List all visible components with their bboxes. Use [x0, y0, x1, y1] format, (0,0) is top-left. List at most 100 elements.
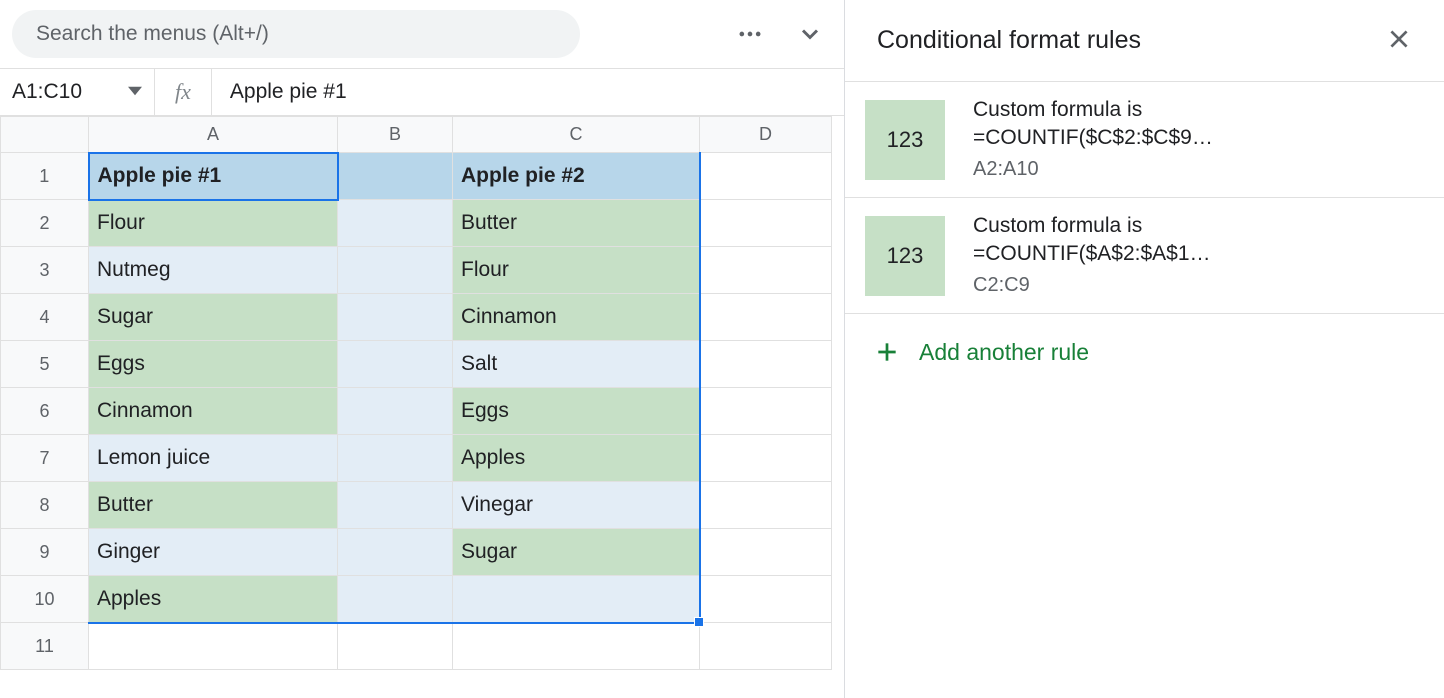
cell-B8[interactable]	[338, 482, 453, 529]
cell-B10[interactable]	[338, 576, 453, 623]
row-header[interactable]: 7	[1, 435, 89, 482]
cell-A3[interactable]: Nutmeg	[89, 247, 338, 294]
cell-A10[interactable]: Apples	[89, 576, 338, 623]
spreadsheet-main: A1:C10 fx A B C D 1 Apple pie #1	[0, 0, 844, 698]
row-header[interactable]: 6	[1, 388, 89, 435]
cell-C6[interactable]: Eggs	[453, 388, 700, 435]
cell-C9[interactable]: Sugar	[453, 529, 700, 576]
cell-D1[interactable]	[700, 153, 832, 200]
row-header[interactable]: 10	[1, 576, 89, 623]
add-rule-button[interactable]: Add another rule	[845, 314, 1444, 390]
row-7: 7 Lemon juice Apples	[1, 435, 832, 482]
panel-title: Conditional format rules	[877, 26, 1141, 55]
rule-title: Custom formula is	[973, 98, 1213, 122]
triangle-down-icon[interactable]	[128, 80, 142, 104]
cell-C3[interactable]: Flour	[453, 247, 700, 294]
row-11: 11	[1, 623, 832, 670]
cell-D9[interactable]	[700, 529, 832, 576]
cell-A5[interactable]: Eggs	[89, 341, 338, 388]
close-icon[interactable]	[1378, 18, 1420, 63]
chevron-down-icon[interactable]	[788, 12, 832, 56]
rule-swatch: 123	[865, 216, 945, 296]
rule-range: A2:A10	[973, 158, 1213, 181]
cell-C2[interactable]: Butter	[453, 200, 700, 247]
col-header-A[interactable]: A	[89, 117, 338, 153]
cell-C11[interactable]	[453, 623, 700, 670]
name-formula-bar: A1:C10 fx	[0, 68, 844, 116]
format-rule-item[interactable]: 123 Custom formula is =COUNTIF($A$2:$A$1…	[845, 198, 1444, 314]
row-header[interactable]: 4	[1, 294, 89, 341]
cell-D2[interactable]	[700, 200, 832, 247]
rule-swatch: 123	[865, 100, 945, 180]
row-6: 6 Cinnamon Eggs	[1, 388, 832, 435]
cell-D10[interactable]	[700, 576, 832, 623]
row-header[interactable]: 11	[1, 623, 89, 670]
top-toolbar	[0, 0, 844, 68]
row-8: 8 Butter Vinegar	[1, 482, 832, 529]
row-header[interactable]: 1	[1, 153, 89, 200]
more-icon[interactable]	[728, 12, 772, 56]
selection-handle[interactable]	[694, 617, 704, 627]
conditional-format-panel: Conditional format rules 123 Custom form…	[844, 0, 1444, 698]
spreadsheet-grid: A B C D 1 Apple pie #1 Apple pie #2 2 Fl…	[0, 116, 832, 670]
cell-A11[interactable]	[89, 623, 338, 670]
search-input[interactable]	[12, 10, 580, 58]
cell-B9[interactable]	[338, 529, 453, 576]
row-header[interactable]: 5	[1, 341, 89, 388]
cell-C7[interactable]: Apples	[453, 435, 700, 482]
row-5: 5 Eggs Salt	[1, 341, 832, 388]
plus-icon	[873, 338, 901, 366]
cell-B6[interactable]	[338, 388, 453, 435]
rules-list: 123 Custom formula is =COUNTIF($C$2:$C$9…	[845, 82, 1444, 698]
cell-A1[interactable]: Apple pie #1	[89, 153, 338, 200]
cell-D4[interactable]	[700, 294, 832, 341]
format-rule-item[interactable]: 123 Custom formula is =COUNTIF($C$2:$C$9…	[845, 82, 1444, 198]
rule-range: C2:C9	[973, 274, 1211, 297]
row-10: 10 Apples	[1, 576, 832, 623]
cell-B1[interactable]	[338, 153, 453, 200]
name-box[interactable]: A1:C10	[0, 69, 155, 115]
cell-D6[interactable]	[700, 388, 832, 435]
select-all-corner[interactable]	[1, 117, 89, 153]
col-header-C[interactable]: C	[453, 117, 700, 153]
col-header-D[interactable]: D	[700, 117, 832, 153]
cell-C5[interactable]: Salt	[453, 341, 700, 388]
cell-A9[interactable]: Ginger	[89, 529, 338, 576]
cell-C10[interactable]	[453, 576, 700, 623]
cell-D11[interactable]	[700, 623, 832, 670]
cell-A6[interactable]: Cinnamon	[89, 388, 338, 435]
row-2: 2 Flour Butter	[1, 200, 832, 247]
name-box-text: A1:C10	[12, 80, 128, 104]
cell-C8[interactable]: Vinegar	[453, 482, 700, 529]
cell-B4[interactable]	[338, 294, 453, 341]
cell-D5[interactable]	[700, 341, 832, 388]
col-header-B[interactable]: B	[338, 117, 453, 153]
cell-D7[interactable]	[700, 435, 832, 482]
grid-container[interactable]: A B C D 1 Apple pie #1 Apple pie #2 2 Fl…	[0, 116, 844, 698]
rule-text: Custom formula is =COUNTIF($A$2:$A$1… C2…	[973, 214, 1211, 297]
row-9: 9 Ginger Sugar	[1, 529, 832, 576]
formula-input[interactable]	[212, 69, 844, 115]
cell-A7[interactable]: Lemon juice	[89, 435, 338, 482]
cell-B3[interactable]	[338, 247, 453, 294]
cell-C4[interactable]: Cinnamon	[453, 294, 700, 341]
add-rule-label: Add another rule	[919, 339, 1089, 366]
cell-B5[interactable]	[338, 341, 453, 388]
row-header[interactable]: 2	[1, 200, 89, 247]
row-header[interactable]: 9	[1, 529, 89, 576]
cell-A2[interactable]: Flour	[89, 200, 338, 247]
rule-title: Custom formula is	[973, 214, 1211, 238]
cell-D3[interactable]	[700, 247, 832, 294]
cell-A4[interactable]: Sugar	[89, 294, 338, 341]
cell-D8[interactable]	[700, 482, 832, 529]
rule-formula: =COUNTIF($C$2:$C$9…	[973, 126, 1213, 150]
cell-C1[interactable]: Apple pie #2	[453, 153, 700, 200]
cell-A8[interactable]: Butter	[89, 482, 338, 529]
cell-B2[interactable]	[338, 200, 453, 247]
cell-B11[interactable]	[338, 623, 453, 670]
row-header[interactable]: 8	[1, 482, 89, 529]
row-header[interactable]: 3	[1, 247, 89, 294]
row-1: 1 Apple pie #1 Apple pie #2	[1, 153, 832, 200]
rule-text: Custom formula is =COUNTIF($C$2:$C$9… A2…	[973, 98, 1213, 181]
cell-B7[interactable]	[338, 435, 453, 482]
